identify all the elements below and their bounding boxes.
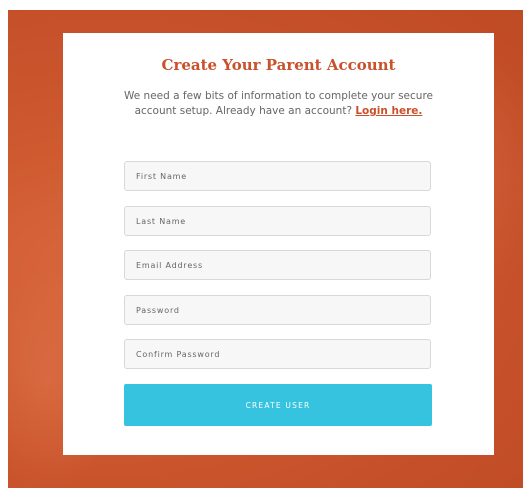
page-background: Create Your Parent Account We need a few… xyxy=(8,10,523,488)
form-description: We need a few bits of information to com… xyxy=(123,89,434,119)
last-name-field[interactable] xyxy=(124,206,431,236)
signup-card: Create Your Parent Account We need a few… xyxy=(63,33,494,455)
email-field[interactable] xyxy=(124,250,431,280)
create-user-button[interactable]: CREATE USER xyxy=(124,384,432,426)
confirm-password-field[interactable] xyxy=(124,339,431,369)
first-name-field[interactable] xyxy=(124,161,431,191)
password-field[interactable] xyxy=(124,295,431,325)
page-title: Create Your Parent Account xyxy=(161,56,396,74)
login-link[interactable]: Login here. xyxy=(355,105,422,117)
